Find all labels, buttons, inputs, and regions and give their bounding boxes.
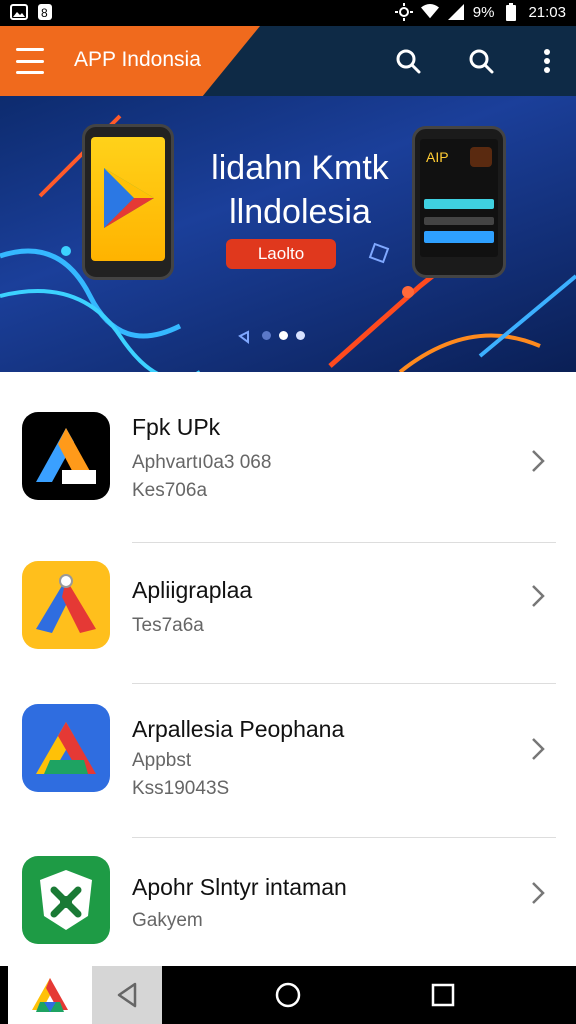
app-detail: Aphvartı0a3 068 — [132, 452, 272, 473]
banner-headline: lidahn Kmtk llndolesia — [190, 146, 410, 234]
phone-mockup-left — [82, 124, 174, 280]
app-icon — [22, 704, 110, 792]
play-store-icon — [104, 168, 154, 228]
app-icon — [22, 856, 110, 944]
chevron-right-icon[interactable] — [528, 880, 548, 906]
recents-square-icon — [431, 983, 455, 1007]
banner-headline-line2: llndolesia — [229, 193, 371, 231]
app-notification-icon: 8 — [36, 3, 54, 21]
banner-headline-line1: lidahn Kmtk — [211, 149, 389, 187]
app-detail: Gakyem — [132, 910, 203, 931]
app-name: Apohr Slntyr intaman — [132, 874, 347, 900]
recents-button[interactable] — [428, 980, 458, 1010]
chevron-right-icon[interactable] — [528, 583, 548, 609]
chevron-right-icon[interactable] — [528, 448, 548, 474]
app-detail: Appbst — [132, 750, 192, 771]
app-logo-icon — [32, 978, 68, 1012]
battery-icon — [502, 3, 520, 21]
app-icon — [22, 561, 110, 649]
search-icon[interactable] — [393, 46, 423, 76]
app-detail-secondary: Kes706a — [132, 480, 208, 501]
home-circle-icon — [275, 982, 301, 1008]
list-item[interactable]: Apohr Slntyr intaman Gakyem — [0, 838, 576, 966]
app-name: Apliigraplaa — [132, 577, 253, 603]
clock: 21:03 — [528, 3, 566, 21]
carousel-indicator[interactable] — [262, 331, 305, 340]
app-bar: APP Indonsia — [0, 26, 576, 96]
carousel-dot[interactable] — [262, 331, 271, 340]
app-list: Fpk UPk Aphvartı0a3 068 Kes706a Apliigra… — [0, 372, 576, 966]
search-icon-secondary[interactable] — [466, 46, 496, 76]
promo-banner[interactable]: lidahn Kmtk llndolesia Laolto AIP — [0, 96, 576, 372]
home-button[interactable] — [273, 980, 303, 1010]
carousel-dot-active[interactable] — [279, 331, 288, 340]
banner-cta-button[interactable]: Laolto — [226, 239, 336, 269]
gallery-notification-icon — [10, 3, 28, 21]
brightness-icon — [394, 3, 413, 21]
app-icon — [22, 412, 110, 500]
battery-percent: 9% — [472, 3, 495, 21]
back-icon — [117, 982, 137, 1008]
app-name: Fpk UPk — [132, 414, 221, 440]
carousel-dot[interactable] — [296, 331, 305, 340]
system-nav-bar — [0, 966, 576, 1024]
menu-icon[interactable] — [16, 48, 44, 74]
list-item[interactable]: Arpallesia Peophana Appbst Kss19043S — [0, 684, 576, 837]
svg-text:8: 8 — [41, 6, 48, 20]
app-detail: Tes7a6a — [132, 615, 204, 636]
app-detail-secondary: Kss19043S — [132, 778, 230, 799]
list-item[interactable]: Apliigraplaa Tes7a6a — [0, 543, 576, 683]
chevron-right-icon[interactable] — [528, 736, 548, 762]
list-item[interactable]: Fpk UPk Aphvartı0a3 068 Kes706a — [0, 372, 576, 542]
app-name: Arpallesia Peophana — [132, 716, 345, 742]
signal-icon — [447, 3, 465, 21]
phone-screen-label: AIP — [426, 149, 449, 165]
status-bar: 8 9% 21:03 — [0, 0, 576, 26]
wifi-icon — [420, 3, 439, 21]
back-button[interactable] — [92, 966, 162, 1024]
launcher-app-tab[interactable] — [8, 966, 92, 1024]
phone-mockup-right: AIP — [412, 126, 506, 278]
more-options-icon[interactable] — [532, 46, 562, 76]
app-title: APP Indonsia — [74, 48, 201, 71]
